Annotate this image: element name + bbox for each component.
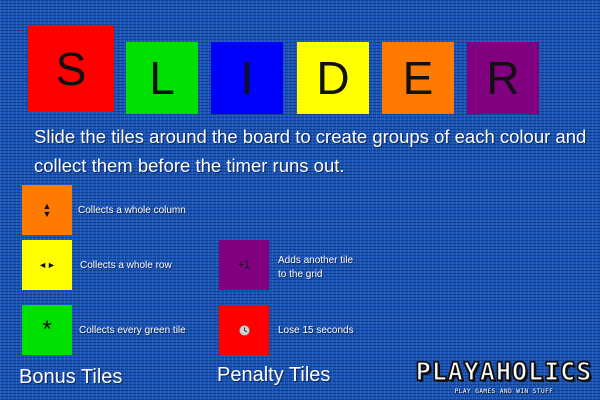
clock-icon [238,324,250,336]
penalty-tile-add: +1 [219,240,269,290]
bonus-green-description: Collects every green tile [79,325,186,336]
game-board: S L I D E R Slide the tiles around the b… [0,0,600,400]
title-tile-l: L [126,42,198,114]
title-tile-s: S [28,26,114,112]
title-letter-s: S [55,43,87,95]
logo-tagline: PLAY GAMES AND WIN STUFF [454,388,554,395]
penalty-tiles-heading: Penalty Tiles [217,364,331,386]
plus-one-label: +1 [237,259,251,271]
title-letter-d: D [316,52,350,104]
title-letter-i: I [240,52,254,104]
left-right-arrows-icon: ◄► [38,260,56,270]
title-tile-r: R [467,42,539,114]
title-tile-i: I [211,42,283,114]
title-letter-l: L [149,52,175,104]
bonus-tile-row: ◄► [22,240,72,290]
penalty-add-description: Adds another tile to the grid [278,255,354,280]
bonus-row-description: Collects a whole row [80,260,172,271]
title-tile-d: D [297,42,369,114]
title-letter-e: E [402,52,434,104]
penalty-time-description: Lose 15 seconds [278,325,354,336]
penalty-tile-time [219,305,269,355]
bonus-tile-green: * [22,305,72,355]
asterisk-icon: * [42,316,52,343]
title-tile-e: E [382,42,454,114]
logo-wordmark: PLAYAHOLICS [415,356,593,386]
title-letter-r: R [486,52,520,104]
playaholics-logo[interactable]: PLAYAHOLICS PLAY GAMES AND WIN STUFF [410,356,598,399]
bonus-tile-column: ▲ ▼ [22,185,72,235]
bonus-column-description: Collects a whole column [78,205,186,216]
instructions-text: Slide the tiles around the board to crea… [34,126,587,176]
bonus-tiles-heading: Bonus Tiles [19,366,123,388]
up-down-arrows-icon: ▲ ▼ [42,201,52,219]
